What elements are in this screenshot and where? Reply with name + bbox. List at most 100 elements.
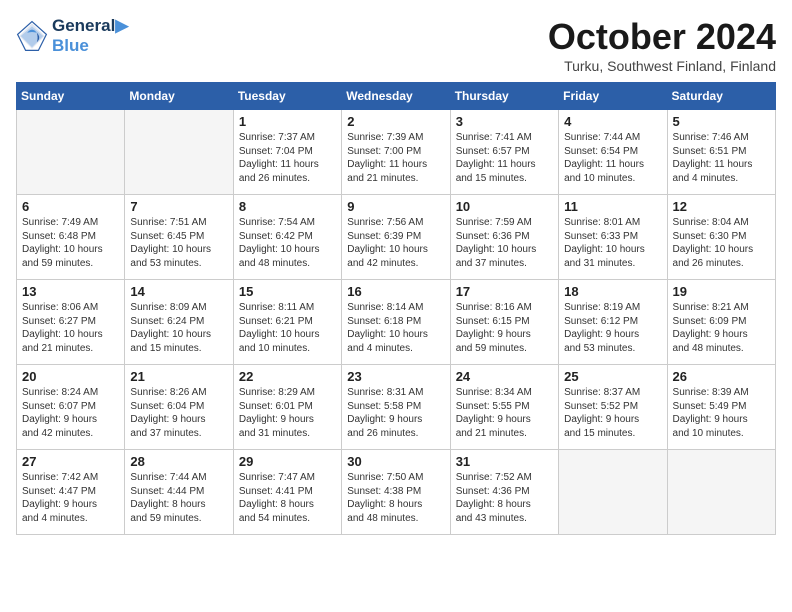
day-content: Sunrise: 7:41 AM Sunset: 6:57 PM Dayligh… — [456, 131, 553, 185]
day-content: Sunrise: 8:37 AM Sunset: 5:52 PM Dayligh… — [564, 386, 661, 440]
column-header-thursday: Thursday — [450, 83, 558, 110]
day-number: 30 — [347, 454, 444, 469]
calendar-cell: 25 Sunrise: 8:37 AM Sunset: 5:52 PM Dayli… — [559, 365, 667, 450]
calendar-cell: 28 Sunrise: 7:44 AM Sunset: 4:44 PM Dayli… — [125, 450, 233, 535]
day-number: 24 — [456, 369, 553, 384]
calendar-week-2: 6 Sunrise: 7:49 AM Sunset: 6:48 PM Daylig… — [17, 195, 776, 280]
calendar-cell: 11Sunrise: 8:01 AM Sunset: 6:33 PM Dayli… — [559, 195, 667, 280]
day-number: 21 — [130, 369, 227, 384]
day-number: 6 — [22, 199, 119, 214]
calendar-cell: 21Sunrise: 8:26 AM Sunset: 6:04 PM Dayli… — [125, 365, 233, 450]
calendar-table: SundayMondayTuesdayWednesdayThursdayFrid… — [16, 82, 776, 535]
calendar-cell: 31 Sunrise: 7:52 AM Sunset: 4:36 PM Dayli… — [450, 450, 558, 535]
calendar-week-4: 20Sunrise: 8:24 AM Sunset: 6:07 PM Dayli… — [17, 365, 776, 450]
day-number: 28 — [130, 454, 227, 469]
day-number: 5 — [673, 114, 770, 129]
calendar-cell: 7 Sunrise: 7:51 AM Sunset: 6:45 PM Daylig… — [125, 195, 233, 280]
title-block: October 2024 Turku, Southwest Finland, F… — [548, 16, 776, 74]
day-content: Sunrise: 7:42 AM Sunset: 4:47 PM Dayligh… — [22, 471, 119, 525]
day-number: 31 — [456, 454, 553, 469]
page-header: General▶ Blue October 2024 Turku, Southw… — [16, 16, 776, 74]
day-number: 15 — [239, 284, 336, 299]
day-content: Sunrise: 7:47 AM Sunset: 4:41 PM Dayligh… — [239, 471, 336, 525]
calendar-cell: 5 Sunrise: 7:46 AM Sunset: 6:51 PM Daylig… — [667, 110, 775, 195]
day-content: Sunrise: 7:56 AM Sunset: 6:39 PM Dayligh… — [347, 216, 444, 270]
day-content: Sunrise: 8:31 AM Sunset: 5:58 PM Dayligh… — [347, 386, 444, 440]
calendar-cell: 6 Sunrise: 7:49 AM Sunset: 6:48 PM Daylig… — [17, 195, 125, 280]
day-number: 8 — [239, 199, 336, 214]
calendar-cell: 18 Sunrise: 8:19 AM Sunset: 6:12 PM Dayli… — [559, 280, 667, 365]
column-header-wednesday: Wednesday — [342, 83, 450, 110]
day-content: Sunrise: 8:34 AM Sunset: 5:55 PM Dayligh… — [456, 386, 553, 440]
day-number: 16 — [347, 284, 444, 299]
day-content: Sunrise: 7:50 AM Sunset: 4:38 PM Dayligh… — [347, 471, 444, 525]
day-content: Sunrise: 7:46 AM Sunset: 6:51 PM Dayligh… — [673, 131, 770, 185]
calendar-cell — [667, 450, 775, 535]
calendar-cell: 3Sunrise: 7:41 AM Sunset: 6:57 PM Daylig… — [450, 110, 558, 195]
calendar-cell: 16 Sunrise: 8:14 AM Sunset: 6:18 PM Dayli… — [342, 280, 450, 365]
calendar-cell — [125, 110, 233, 195]
day-number: 25 — [564, 369, 661, 384]
location: Turku, Southwest Finland, Finland — [548, 58, 776, 74]
day-number: 17 — [456, 284, 553, 299]
day-number: 29 — [239, 454, 336, 469]
column-header-tuesday: Tuesday — [233, 83, 341, 110]
calendar-cell: 22 Sunrise: 8:29 AM Sunset: 6:01 PM Dayli… — [233, 365, 341, 450]
day-content: Sunrise: 8:09 AM Sunset: 6:24 PM Dayligh… — [130, 301, 227, 355]
calendar-week-5: 27 Sunrise: 7:42 AM Sunset: 4:47 PM Dayli… — [17, 450, 776, 535]
day-content: Sunrise: 7:51 AM Sunset: 6:45 PM Dayligh… — [130, 216, 227, 270]
calendar-cell — [559, 450, 667, 535]
calendar-cell: 4 Sunrise: 7:44 AM Sunset: 6:54 PM Daylig… — [559, 110, 667, 195]
day-content: Sunrise: 7:54 AM Sunset: 6:42 PM Dayligh… — [239, 216, 336, 270]
calendar-week-1: 1Sunrise: 7:37 AM Sunset: 7:04 PM Daylig… — [17, 110, 776, 195]
calendar-cell: 20Sunrise: 8:24 AM Sunset: 6:07 PM Dayli… — [17, 365, 125, 450]
day-number: 27 — [22, 454, 119, 469]
day-number: 22 — [239, 369, 336, 384]
column-header-saturday: Saturday — [667, 83, 775, 110]
day-content: Sunrise: 8:06 AM Sunset: 6:27 PM Dayligh… — [22, 301, 119, 355]
logo-icon — [16, 20, 48, 52]
calendar-cell: 30 Sunrise: 7:50 AM Sunset: 4:38 PM Dayli… — [342, 450, 450, 535]
day-number: 4 — [564, 114, 661, 129]
calendar-cell: 1Sunrise: 7:37 AM Sunset: 7:04 PM Daylig… — [233, 110, 341, 195]
day-content: Sunrise: 7:52 AM Sunset: 4:36 PM Dayligh… — [456, 471, 553, 525]
day-content: Sunrise: 7:59 AM Sunset: 6:36 PM Dayligh… — [456, 216, 553, 270]
day-number: 20 — [22, 369, 119, 384]
calendar-cell: 12 Sunrise: 8:04 AM Sunset: 6:30 PM Dayli… — [667, 195, 775, 280]
day-number: 19 — [673, 284, 770, 299]
calendar-cell: 27 Sunrise: 7:42 AM Sunset: 4:47 PM Dayli… — [17, 450, 125, 535]
day-content: Sunrise: 8:21 AM Sunset: 6:09 PM Dayligh… — [673, 301, 770, 355]
logo-text: General▶ Blue — [52, 16, 128, 56]
day-content: Sunrise: 7:49 AM Sunset: 6:48 PM Dayligh… — [22, 216, 119, 270]
month-title: October 2024 — [548, 16, 776, 58]
day-content: Sunrise: 8:14 AM Sunset: 6:18 PM Dayligh… — [347, 301, 444, 355]
calendar-cell: 17 Sunrise: 8:16 AM Sunset: 6:15 PM Dayli… — [450, 280, 558, 365]
day-content: Sunrise: 8:19 AM Sunset: 6:12 PM Dayligh… — [564, 301, 661, 355]
calendar-cell: 13Sunrise: 8:06 AM Sunset: 6:27 PM Dayli… — [17, 280, 125, 365]
day-number: 2 — [347, 114, 444, 129]
day-content: Sunrise: 8:16 AM Sunset: 6:15 PM Dayligh… — [456, 301, 553, 355]
day-content: Sunrise: 8:39 AM Sunset: 5:49 PM Dayligh… — [673, 386, 770, 440]
calendar-cell: 19 Sunrise: 8:21 AM Sunset: 6:09 PM Dayli… — [667, 280, 775, 365]
day-content: Sunrise: 7:44 AM Sunset: 4:44 PM Dayligh… — [130, 471, 227, 525]
day-content: Sunrise: 8:04 AM Sunset: 6:30 PM Dayligh… — [673, 216, 770, 270]
calendar-week-3: 13Sunrise: 8:06 AM Sunset: 6:27 PM Dayli… — [17, 280, 776, 365]
day-number: 10 — [456, 199, 553, 214]
calendar-cell: 29 Sunrise: 7:47 AM Sunset: 4:41 PM Dayli… — [233, 450, 341, 535]
day-number: 9 — [347, 199, 444, 214]
calendar-cell: 26 Sunrise: 8:39 AM Sunset: 5:49 PM Dayli… — [667, 365, 775, 450]
logo: General▶ Blue — [16, 16, 128, 56]
day-content: Sunrise: 8:11 AM Sunset: 6:21 PM Dayligh… — [239, 301, 336, 355]
day-number: 26 — [673, 369, 770, 384]
day-content: Sunrise: 7:37 AM Sunset: 7:04 PM Dayligh… — [239, 131, 336, 185]
day-number: 12 — [673, 199, 770, 214]
day-number: 7 — [130, 199, 227, 214]
calendar-cell: 2Sunrise: 7:39 AM Sunset: 7:00 PM Daylig… — [342, 110, 450, 195]
calendar-cell: 10 Sunrise: 7:59 AM Sunset: 6:36 PM Dayli… — [450, 195, 558, 280]
calendar-cell: 9 Sunrise: 7:56 AM Sunset: 6:39 PM Daylig… — [342, 195, 450, 280]
day-content: Sunrise: 8:29 AM Sunset: 6:01 PM Dayligh… — [239, 386, 336, 440]
day-content: Sunrise: 7:44 AM Sunset: 6:54 PM Dayligh… — [564, 131, 661, 185]
column-header-sunday: Sunday — [17, 83, 125, 110]
day-number: 18 — [564, 284, 661, 299]
day-content: Sunrise: 8:01 AM Sunset: 6:33 PM Dayligh… — [564, 216, 661, 270]
